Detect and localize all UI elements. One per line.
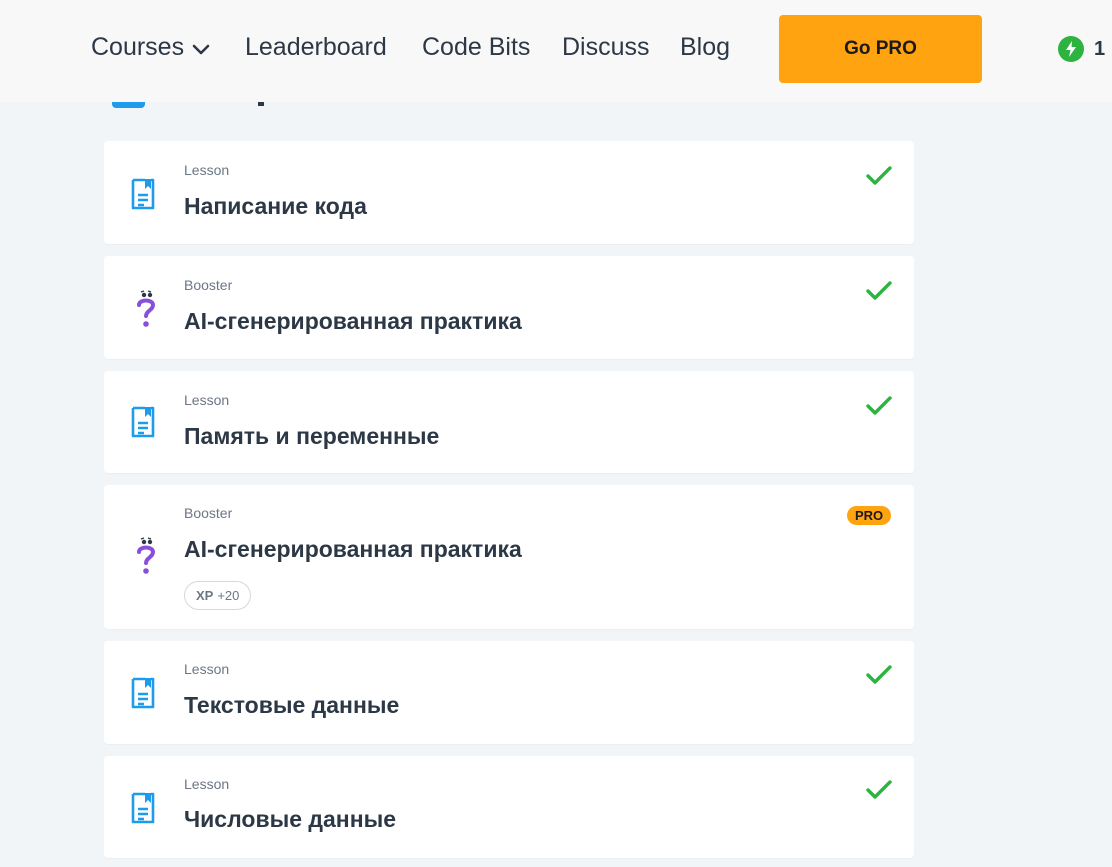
card-type: Lesson	[184, 776, 230, 792]
xp-reward-pill: XP +20	[184, 581, 252, 610]
nav-discuss[interactable]: Discuss	[562, 33, 650, 62]
checkmark-icon	[866, 281, 892, 306]
card-type: Booster	[184, 505, 233, 521]
booster-card-pro[interactable]: Booster AI-сгенерированная практика PRO …	[104, 485, 914, 629]
booster-card[interactable]: Booster AI-сгенерированная практика	[104, 256, 914, 359]
lesson-card[interactable]: Lesson Память и переменные	[104, 371, 914, 473]
top-navigation-bar: Courses Leaderboard Code Bits Discuss Bl…	[0, 0, 1112, 102]
lesson-icon	[130, 178, 156, 215]
xp-count: 1	[1094, 37, 1106, 60]
xp-label: XP	[196, 588, 214, 603]
card-title: AI-сгенерированная практика	[184, 308, 522, 334]
card-title: AI-сгенерированная практика	[184, 536, 522, 562]
lesson-card[interactable]: Lesson Написание кода	[104, 141, 914, 244]
checkmark-icon	[866, 780, 892, 805]
card-title: Текстовые данные	[184, 692, 400, 718]
chevron-down-icon	[192, 34, 210, 63]
nav-blog[interactable]: Blog	[680, 33, 730, 62]
nav-courses[interactable]: Courses	[91, 33, 210, 63]
nav-leaderboard[interactable]: Leaderboard	[245, 33, 387, 62]
lesson-card[interactable]: Lesson Числовые данные	[104, 756, 914, 858]
card-title: Написание кода	[184, 193, 367, 219]
lesson-card[interactable]: Lesson Текстовые данные	[104, 641, 914, 744]
lesson-icon	[130, 677, 156, 714]
lesson-icon	[130, 792, 156, 829]
checkmark-icon	[866, 166, 892, 191]
card-title: Память и переменные	[184, 423, 440, 449]
xp-value: +20	[217, 588, 240, 603]
card-type: Booster	[184, 277, 233, 293]
card-type: Lesson	[184, 162, 230, 178]
go-pro-button[interactable]: Go PRO	[779, 15, 982, 83]
card-title: Числовые данные	[184, 806, 397, 832]
lightning-bolt-icon	[1058, 36, 1084, 62]
booster-question-icon	[134, 537, 158, 582]
card-type: Lesson	[184, 661, 230, 677]
lesson-icon	[130, 406, 156, 443]
checkmark-icon	[866, 665, 892, 690]
card-type: Lesson	[184, 392, 230, 408]
booster-question-icon	[134, 290, 158, 335]
pro-badge: PRO	[847, 506, 892, 525]
nav-code-bits[interactable]: Code Bits	[422, 33, 530, 62]
nav-courses-label: Courses	[91, 33, 185, 61]
checkmark-icon	[866, 396, 892, 421]
xp-counter[interactable]: 1	[1058, 36, 1105, 62]
